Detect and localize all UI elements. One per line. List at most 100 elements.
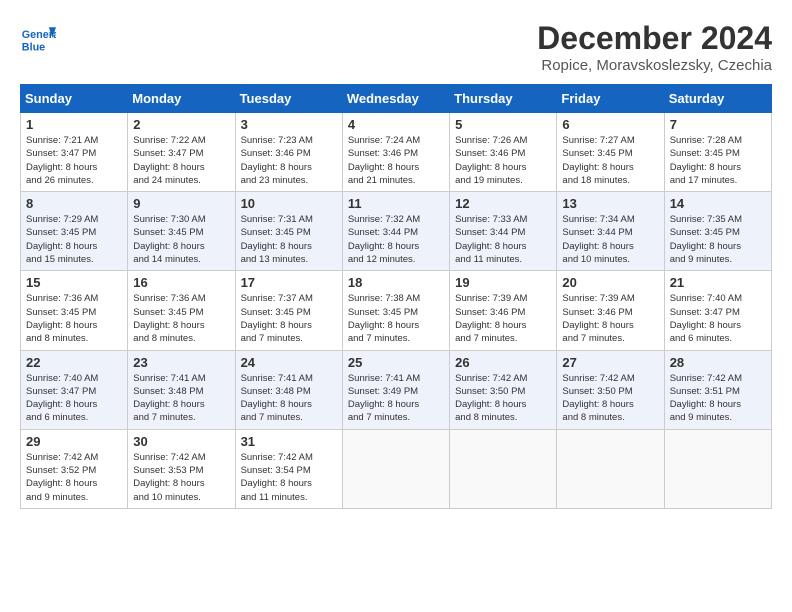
calendar-cell bbox=[664, 429, 771, 508]
calendar-cell: 18 Sunrise: 7:38 AMSunset: 3:45 PMDayligh… bbox=[342, 271, 449, 350]
day-number: 18 bbox=[348, 275, 444, 290]
page-header: General Blue December 2024 Ropice, Morav… bbox=[20, 20, 772, 74]
calendar-cell: 24 Sunrise: 7:41 AMSunset: 3:48 PMDayligh… bbox=[235, 350, 342, 429]
day-number: 10 bbox=[241, 196, 337, 211]
day-header-saturday: Saturday bbox=[664, 85, 771, 113]
calendar-cell: 19 Sunrise: 7:39 AMSunset: 3:46 PMDayligh… bbox=[450, 271, 557, 350]
calendar-cell: 30 Sunrise: 7:42 AMSunset: 3:53 PMDayligh… bbox=[128, 429, 235, 508]
day-number: 20 bbox=[562, 275, 658, 290]
calendar-cell: 17 Sunrise: 7:37 AMSunset: 3:45 PMDayligh… bbox=[235, 271, 342, 350]
day-info: Sunrise: 7:42 AMSunset: 3:51 PMDaylight:… bbox=[670, 372, 766, 425]
calendar-cell: 7 Sunrise: 7:28 AMSunset: 3:45 PMDaylight… bbox=[664, 113, 771, 192]
calendar-cell: 6 Sunrise: 7:27 AMSunset: 3:45 PMDaylight… bbox=[557, 113, 664, 192]
day-number: 17 bbox=[241, 275, 337, 290]
day-info: Sunrise: 7:33 AMSunset: 3:44 PMDaylight:… bbox=[455, 213, 551, 266]
calendar-cell: 23Sunrise: 7:41 AMSunset: 3:48 PMDayligh… bbox=[128, 350, 235, 429]
svg-text:Blue: Blue bbox=[22, 42, 45, 54]
calendar-cell: 14Sunrise: 7:35 AMSunset: 3:45 PMDayligh… bbox=[664, 192, 771, 271]
day-number: 4 bbox=[348, 117, 444, 132]
day-header-thursday: Thursday bbox=[450, 85, 557, 113]
calendar-cell: 25 Sunrise: 7:41 AMSunset: 3:49 PMDayligh… bbox=[342, 350, 449, 429]
day-info: Sunrise: 7:26 AMSunset: 3:46 PMDaylight:… bbox=[455, 134, 551, 187]
day-info: Sunrise: 7:39 AMSunset: 3:46 PMDaylight:… bbox=[562, 292, 658, 345]
logo: General Blue bbox=[20, 20, 56, 56]
day-info: Sunrise: 7:30 AMSunset: 3:45 PMDaylight:… bbox=[133, 213, 229, 266]
day-header-friday: Friday bbox=[557, 85, 664, 113]
calendar-cell: 21Sunrise: 7:40 AMSunset: 3:47 PMDayligh… bbox=[664, 271, 771, 350]
calendar-week-row: 1Sunrise: 7:21 AMSunset: 3:47 PMDaylight… bbox=[21, 113, 772, 192]
calendar-cell: 3Sunrise: 7:23 AMSunset: 3:46 PMDaylight… bbox=[235, 113, 342, 192]
day-info: Sunrise: 7:41 AMSunset: 3:49 PMDaylight:… bbox=[348, 372, 444, 425]
day-number: 9 bbox=[133, 196, 229, 211]
day-info: Sunrise: 7:40 AMSunset: 3:47 PMDaylight:… bbox=[26, 372, 122, 425]
calendar-table: SundayMondayTuesdayWednesdayThursdayFrid… bbox=[20, 84, 772, 509]
day-number: 12 bbox=[455, 196, 551, 211]
day-info: Sunrise: 7:22 AMSunset: 3:47 PMDaylight:… bbox=[133, 134, 229, 187]
day-number: 30 bbox=[133, 434, 229, 449]
calendar-cell bbox=[557, 429, 664, 508]
day-info: Sunrise: 7:29 AMSunset: 3:45 PMDaylight:… bbox=[26, 213, 122, 266]
day-info: Sunrise: 7:32 AMSunset: 3:44 PMDaylight:… bbox=[348, 213, 444, 266]
day-info: Sunrise: 7:28 AMSunset: 3:45 PMDaylight:… bbox=[670, 134, 766, 187]
calendar-cell: 26 Sunrise: 7:42 AMSunset: 3:50 PMDayligh… bbox=[450, 350, 557, 429]
day-info: Sunrise: 7:27 AMSunset: 3:45 PMDaylight:… bbox=[562, 134, 658, 187]
day-header-monday: Monday bbox=[128, 85, 235, 113]
day-number: 5 bbox=[455, 117, 551, 132]
day-number: 6 bbox=[562, 117, 658, 132]
day-info: Sunrise: 7:34 AMSunset: 3:44 PMDaylight:… bbox=[562, 213, 658, 266]
day-info: Sunrise: 7:36 AMSunset: 3:45 PMDaylight:… bbox=[133, 292, 229, 345]
day-info: Sunrise: 7:41 AMSunset: 3:48 PMDaylight:… bbox=[241, 372, 337, 425]
month-title: December 2024 bbox=[537, 20, 772, 57]
day-header-tuesday: Tuesday bbox=[235, 85, 342, 113]
day-info: Sunrise: 7:42 AMSunset: 3:53 PMDaylight:… bbox=[133, 451, 229, 504]
day-number: 31 bbox=[241, 434, 337, 449]
day-number: 11 bbox=[348, 196, 444, 211]
day-info: Sunrise: 7:24 AMSunset: 3:46 PMDaylight:… bbox=[348, 134, 444, 187]
day-number: 19 bbox=[455, 275, 551, 290]
calendar-cell bbox=[450, 429, 557, 508]
calendar-header-row: SundayMondayTuesdayWednesdayThursdayFrid… bbox=[21, 85, 772, 113]
calendar-cell: 2 Sunrise: 7:22 AMSunset: 3:47 PMDaylight… bbox=[128, 113, 235, 192]
day-info: Sunrise: 7:39 AMSunset: 3:46 PMDaylight:… bbox=[455, 292, 551, 345]
day-number: 8 bbox=[26, 196, 122, 211]
calendar-cell: 10Sunrise: 7:31 AMSunset: 3:45 PMDayligh… bbox=[235, 192, 342, 271]
calendar-cell: 28 Sunrise: 7:42 AMSunset: 3:51 PMDayligh… bbox=[664, 350, 771, 429]
day-info: Sunrise: 7:42 AMSunset: 3:50 PMDaylight:… bbox=[455, 372, 551, 425]
day-number: 24 bbox=[241, 355, 337, 370]
calendar-week-row: 15 Sunrise: 7:36 AMSunset: 3:45 PMDayligh… bbox=[21, 271, 772, 350]
calendar-cell: 22 Sunrise: 7:40 AMSunset: 3:47 PMDayligh… bbox=[21, 350, 128, 429]
day-info: Sunrise: 7:35 AMSunset: 3:45 PMDaylight:… bbox=[670, 213, 766, 266]
calendar-cell: 1Sunrise: 7:21 AMSunset: 3:47 PMDaylight… bbox=[21, 113, 128, 192]
day-number: 7 bbox=[670, 117, 766, 132]
location-subtitle: Ropice, Moravskoslezsky, Czechia bbox=[537, 57, 772, 74]
day-info: Sunrise: 7:42 AMSunset: 3:50 PMDaylight:… bbox=[562, 372, 658, 425]
calendar-cell: 15Sunrise: 7:36 AMSunset: 3:45 PMDayligh… bbox=[21, 271, 128, 350]
calendar-cell bbox=[342, 429, 449, 508]
day-header-wednesday: Wednesday bbox=[342, 85, 449, 113]
calendar-cell: 4 Sunrise: 7:24 AMSunset: 3:46 PMDaylight… bbox=[342, 113, 449, 192]
day-header-sunday: Sunday bbox=[21, 85, 128, 113]
day-number: 25 bbox=[348, 355, 444, 370]
calendar-week-row: 8 Sunrise: 7:29 AMSunset: 3:45 PMDaylight… bbox=[21, 192, 772, 271]
day-info: Sunrise: 7:38 AMSunset: 3:45 PMDaylight:… bbox=[348, 292, 444, 345]
day-info: Sunrise: 7:21 AMSunset: 3:47 PMDaylight:… bbox=[26, 134, 122, 187]
day-number: 2 bbox=[133, 117, 229, 132]
logo-icon: General Blue bbox=[20, 20, 56, 56]
calendar-cell: 29Sunrise: 7:42 AMSunset: 3:52 PMDayligh… bbox=[21, 429, 128, 508]
day-info: Sunrise: 7:23 AMSunset: 3:46 PMDaylight:… bbox=[241, 134, 337, 187]
calendar-cell: 8 Sunrise: 7:29 AMSunset: 3:45 PMDaylight… bbox=[21, 192, 128, 271]
day-number: 15 bbox=[26, 275, 122, 290]
day-number: 28 bbox=[670, 355, 766, 370]
calendar-cell: 11 Sunrise: 7:32 AMSunset: 3:44 PMDayligh… bbox=[342, 192, 449, 271]
day-number: 27 bbox=[562, 355, 658, 370]
calendar-cell: 9 Sunrise: 7:30 AMSunset: 3:45 PMDaylight… bbox=[128, 192, 235, 271]
day-number: 26 bbox=[455, 355, 551, 370]
day-number: 29 bbox=[26, 434, 122, 449]
calendar-week-row: 29Sunrise: 7:42 AMSunset: 3:52 PMDayligh… bbox=[21, 429, 772, 508]
calendar-cell: 20 Sunrise: 7:39 AMSunset: 3:46 PMDayligh… bbox=[557, 271, 664, 350]
day-info: Sunrise: 7:42 AMSunset: 3:54 PMDaylight:… bbox=[241, 451, 337, 504]
day-info: Sunrise: 7:37 AMSunset: 3:45 PMDaylight:… bbox=[241, 292, 337, 345]
day-number: 21 bbox=[670, 275, 766, 290]
day-number: 22 bbox=[26, 355, 122, 370]
calendar-cell: 16Sunrise: 7:36 AMSunset: 3:45 PMDayligh… bbox=[128, 271, 235, 350]
